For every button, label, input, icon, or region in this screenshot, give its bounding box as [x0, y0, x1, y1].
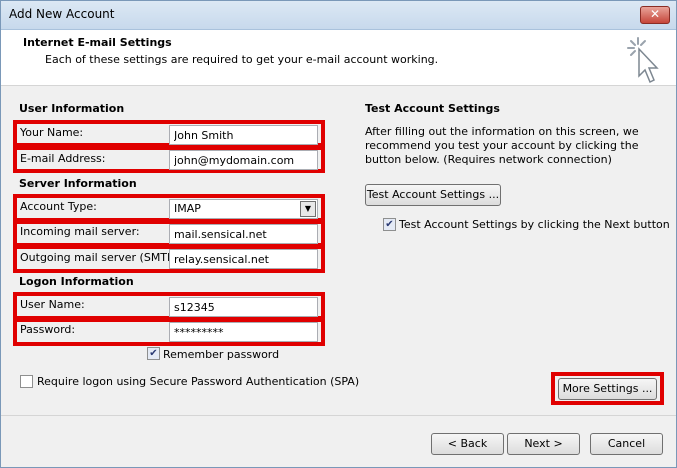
- your-name-label: Your Name:: [20, 126, 84, 139]
- password-label: Password:: [20, 323, 76, 336]
- next-button[interactable]: Next >: [507, 433, 580, 455]
- check-icon: ✔: [149, 348, 158, 359]
- test-account-heading: Test Account Settings: [365, 102, 500, 115]
- user-name-input[interactable]: [169, 297, 318, 317]
- account-type-label: Account Type:: [20, 200, 97, 213]
- check-icon: ✔: [385, 219, 394, 230]
- back-button[interactable]: < Back: [431, 433, 504, 455]
- footer-divider: [1, 415, 676, 416]
- remember-password-checkbox[interactable]: ✔: [147, 347, 160, 360]
- test-account-description: After filling out the information on thi…: [365, 125, 639, 166]
- chevron-down-icon[interactable]: ▼: [300, 201, 316, 217]
- outgoing-server-label: Outgoing mail server (SMTP):: [20, 251, 182, 264]
- incoming-server-input[interactable]: [169, 224, 318, 244]
- header-panel: Internet E-mail Settings Each of these s…: [1, 30, 676, 86]
- account-type-value: IMAP: [174, 202, 201, 215]
- window-title: Add New Account: [9, 7, 115, 21]
- outgoing-server-input[interactable]: [169, 249, 318, 269]
- header-subtitle: Each of these settings are required to g…: [45, 53, 439, 66]
- test-on-next-checkbox[interactable]: ✔: [383, 218, 396, 231]
- user-name-label: User Name:: [20, 298, 85, 311]
- header-title: Internet E-mail Settings: [23, 36, 172, 49]
- incoming-server-label: Incoming mail server:: [20, 225, 140, 238]
- cancel-button[interactable]: Cancel: [590, 433, 663, 455]
- close-button[interactable]: ✕: [640, 6, 670, 24]
- email-address-input[interactable]: [169, 150, 318, 170]
- close-icon: ✕: [649, 7, 661, 21]
- more-settings-button[interactable]: More Settings ...: [558, 378, 657, 400]
- spa-label: Require logon using Secure Password Auth…: [37, 375, 360, 388]
- server-information-heading: Server Information: [19, 177, 137, 190]
- spa-checkbox[interactable]: [20, 375, 33, 388]
- your-name-input[interactable]: [169, 125, 318, 145]
- magic-wand-cursor-icon: [627, 37, 659, 84]
- add-account-dialog: Add New Account ✕ Internet E-mail Settin…: [0, 0, 677, 468]
- title-bar: Add New Account ✕: [1, 1, 676, 30]
- user-information-heading: User Information: [19, 102, 125, 115]
- logon-information-heading: Logon Information: [19, 275, 134, 288]
- test-account-settings-button[interactable]: Test Account Settings ...: [365, 184, 501, 206]
- test-on-next-label: Test Account Settings by clicking the Ne…: [399, 218, 670, 231]
- email-address-label: E-mail Address:: [20, 152, 106, 165]
- account-type-select[interactable]: IMAP ▼: [169, 199, 318, 219]
- password-input[interactable]: [169, 322, 318, 342]
- remember-password-label: Remember password: [163, 348, 280, 361]
